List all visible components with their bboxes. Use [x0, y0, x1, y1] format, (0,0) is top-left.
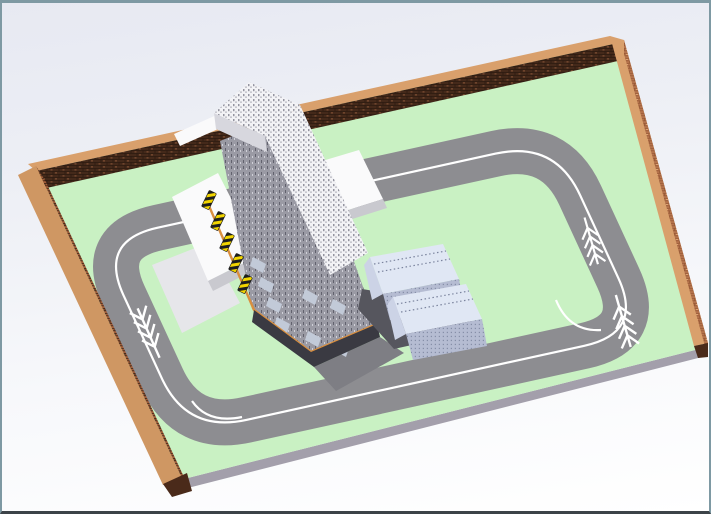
cad-viewport-window [0, 0, 711, 514]
3d-viewport[interactable] [2, 3, 709, 511]
